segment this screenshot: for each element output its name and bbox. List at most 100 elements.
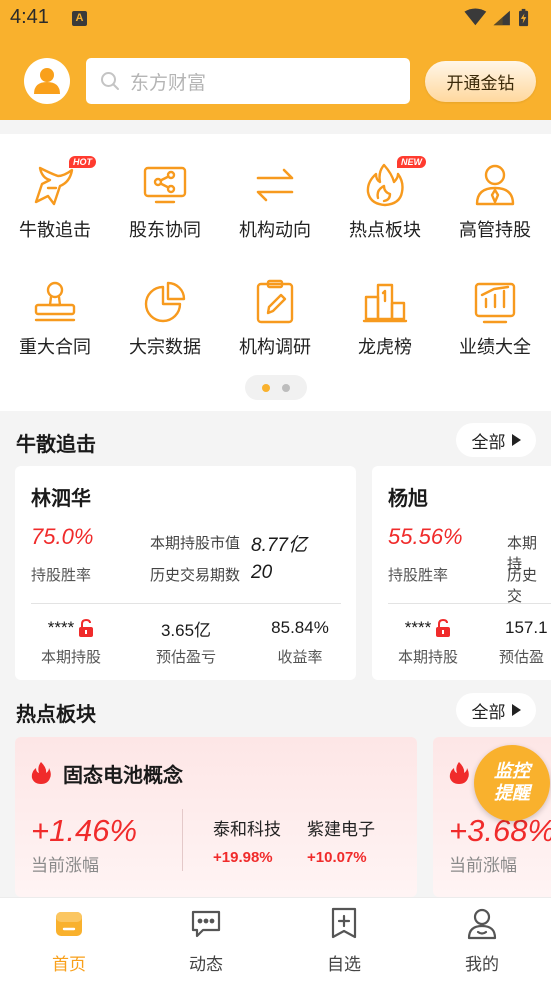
market-value: 8.77亿 bbox=[251, 535, 307, 556]
leading-stock-change: +19.98% bbox=[213, 849, 273, 866]
menu-item-label: 高管持股 bbox=[459, 220, 531, 241]
holding-column: **** 本期持股 bbox=[378, 616, 478, 667]
menu-item-institution-research[interactable]: 机构调研 bbox=[220, 279, 330, 359]
nav-feed[interactable]: 动态 bbox=[156, 906, 256, 975]
menu-item-dragon-tiger-list[interactable]: 龙虎榜 bbox=[330, 279, 440, 359]
menu-item-block-trade[interactable]: 大宗数据 bbox=[110, 279, 220, 359]
executive-icon bbox=[475, 164, 515, 206]
user-avatar-icon bbox=[34, 68, 60, 94]
leading-stock-name: 泰和科技 bbox=[213, 820, 281, 840]
leading-stock-change: +10.07% bbox=[307, 849, 367, 866]
vip-upgrade-button[interactable]: 开通金钻 bbox=[425, 61, 536, 102]
holding-column: **** 本期持股 bbox=[21, 616, 121, 667]
return-value: 85.84% bbox=[271, 618, 329, 637]
menu-item-label: 大宗数据 bbox=[129, 337, 201, 358]
bull-head-icon bbox=[34, 166, 74, 206]
search-placeholder: 东方财富 bbox=[130, 71, 207, 94]
menu-item-label: 机构调研 bbox=[239, 337, 311, 358]
monitor-line1: 监控 bbox=[494, 761, 530, 782]
profit-column: 157.1 预估盈 bbox=[493, 616, 551, 667]
home-icon bbox=[56, 912, 82, 936]
investor-card[interactable]: 杨旭 55.56% 持股胜率 本期持 历史交 **** 本期持股 157.1 预… bbox=[372, 466, 551, 680]
profit-value: 157.1 bbox=[505, 618, 548, 637]
play-arrow-icon bbox=[511, 704, 521, 716]
nav-watchlist[interactable]: 自选 bbox=[294, 906, 394, 975]
menu-item-label: 热点板块 bbox=[349, 220, 421, 241]
app-header: 4:41 A 东方财富 开通金钻 bbox=[0, 0, 551, 120]
holding-value: **** bbox=[47, 618, 75, 637]
nav-label: 自选 bbox=[327, 955, 361, 975]
shareholder-network-icon bbox=[143, 166, 187, 204]
menu-item-label: 重大合同 bbox=[19, 337, 91, 358]
nav-label: 动态 bbox=[189, 955, 223, 975]
play-arrow-icon bbox=[511, 434, 521, 446]
system-status-icons bbox=[464, 8, 529, 27]
wifi-icon bbox=[464, 8, 487, 26]
all-button-label: 全部 bbox=[471, 702, 506, 723]
investor-name: 杨旭 bbox=[388, 486, 428, 510]
holding-value: **** bbox=[404, 618, 432, 637]
page-indicator bbox=[245, 375, 307, 400]
menu-item-shareholder-sync[interactable]: 股东协同 bbox=[110, 162, 220, 242]
new-badge: NEW bbox=[397, 156, 426, 168]
menu-item-executive-holding[interactable]: 高管持股 bbox=[440, 162, 550, 242]
menu-item-bull-chase[interactable]: HOT 牛散追击 bbox=[0, 156, 110, 242]
market-value-label: 本期持股市值 bbox=[150, 534, 241, 552]
chat-bubble-icon bbox=[191, 910, 221, 938]
holding-label: 本期持股 bbox=[40, 648, 101, 666]
avatar[interactable] bbox=[24, 58, 70, 104]
menu-item-label: 龙虎榜 bbox=[358, 337, 412, 358]
section-title-sectors: 热点板块 bbox=[16, 702, 96, 726]
profit-value: 3.65亿 bbox=[160, 620, 212, 640]
sector-change-label: 当前涨幅 bbox=[449, 856, 517, 876]
hot-badge: HOT bbox=[69, 156, 96, 168]
sector-name: 固态电池概念 bbox=[63, 763, 183, 787]
sector-change-label: 当前涨幅 bbox=[31, 856, 99, 876]
page-dot bbox=[282, 384, 290, 392]
investor-name: 林泗华 bbox=[31, 486, 91, 510]
flame-icon bbox=[366, 163, 404, 207]
lock-icon[interactable] bbox=[78, 619, 94, 637]
menu-item-label: 牛散追击 bbox=[19, 220, 91, 241]
sectors-all-button[interactable]: 全部 bbox=[456, 693, 536, 727]
menu-item-label: 机构动向 bbox=[239, 220, 311, 241]
bottom-nav: 首页 动态 自选 我的 bbox=[0, 897, 551, 981]
menu-item-earnings[interactable]: 业绩大全 bbox=[440, 279, 550, 359]
monitor-alert-button[interactable]: 监控 提醒 bbox=[474, 745, 550, 821]
search-input[interactable]: 东方财富 bbox=[86, 58, 410, 104]
menu-item-label: 股东协同 bbox=[129, 220, 201, 241]
sector-change: +1.46% bbox=[31, 813, 138, 848]
stamp-icon bbox=[34, 281, 76, 322]
sector-divider bbox=[182, 809, 183, 871]
nav-home[interactable]: 首页 bbox=[19, 906, 119, 975]
swap-arrows-icon bbox=[256, 168, 294, 202]
pie-chart-icon bbox=[144, 281, 186, 323]
bookmark-add-icon bbox=[331, 907, 357, 939]
win-rate-label: 持股胜率 bbox=[31, 566, 92, 584]
holding-label: 本期持股 bbox=[397, 648, 458, 666]
nav-profile[interactable]: 我的 bbox=[432, 906, 532, 975]
bar-chart-board-icon bbox=[474, 282, 516, 324]
all-button-label: 全部 bbox=[471, 432, 506, 453]
menu-item-major-contract[interactable]: 重大合同 bbox=[0, 279, 110, 359]
clipboard-edit-icon bbox=[256, 279, 294, 324]
menu-item-institution-trend[interactable]: 机构动向 bbox=[220, 162, 330, 242]
history-label: 历史交易期数 bbox=[150, 566, 241, 584]
investors-all-button[interactable]: 全部 bbox=[456, 423, 536, 457]
investor-card[interactable]: 林泗华 75.0% 持股胜率 本期持股市值 8.77亿 历史交易期数 20 **… bbox=[15, 466, 356, 680]
sector-card[interactable]: 固态电池概念 +1.46% 当前涨幅 泰和科技 +19.98% 紫建电子 +10… bbox=[15, 737, 417, 897]
lock-icon[interactable] bbox=[435, 619, 451, 637]
section-title-investors: 牛散追击 bbox=[16, 432, 96, 456]
return-column: 85.84% 收益率 bbox=[250, 616, 350, 667]
profit-label: 预估盈 bbox=[499, 648, 545, 666]
user-icon bbox=[467, 908, 497, 940]
flame-icon bbox=[31, 762, 51, 784]
leading-stock-name: 紫建电子 bbox=[307, 820, 375, 840]
notification-icon: A bbox=[72, 11, 87, 26]
status-time: 4:41 bbox=[10, 6, 49, 28]
history-label: 历史交 bbox=[507, 566, 538, 605]
page-dot-active bbox=[262, 384, 270, 392]
monitor-line2: 提醒 bbox=[494, 783, 530, 804]
feature-menu: HOT 牛散追击 股东协同 机构动向 NEW 热点板块 高管持股 重大合同 大宗… bbox=[0, 134, 551, 411]
menu-item-hot-sector[interactable]: NEW 热点板块 bbox=[330, 156, 440, 242]
